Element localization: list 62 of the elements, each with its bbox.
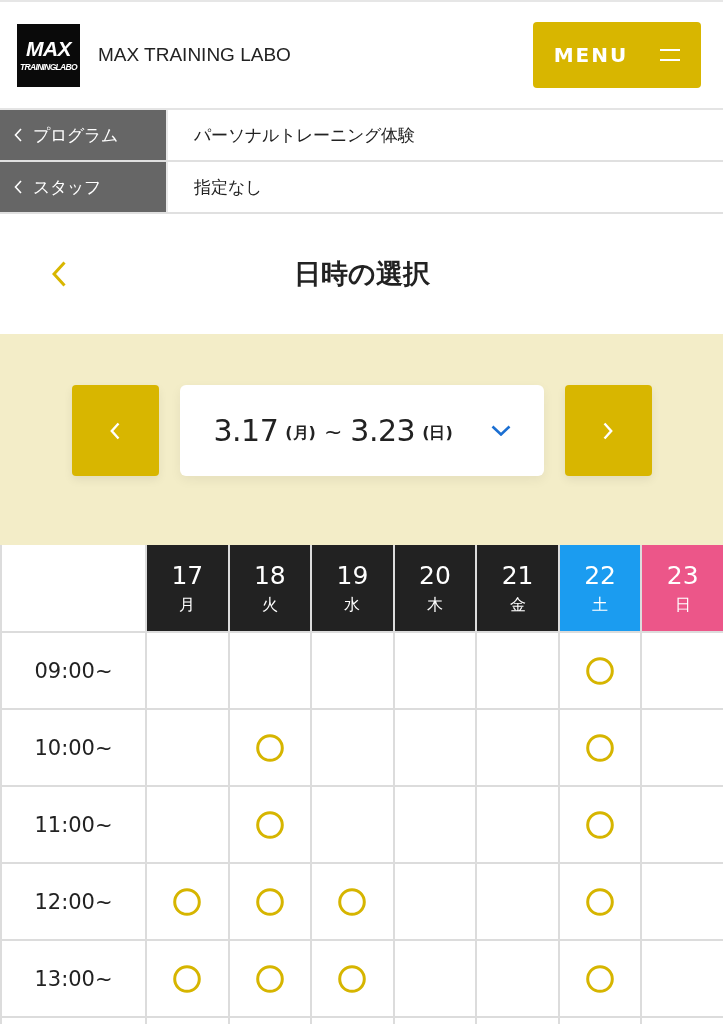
- next-week-button[interactable]: [564, 385, 652, 476]
- page-title: 日時の選択: [293, 257, 430, 291]
- ring-icon: [338, 887, 367, 916]
- slot-cell[interactable]: [147, 941, 228, 1016]
- previous-week-button[interactable]: [71, 385, 159, 476]
- slot-cell[interactable]: [559, 633, 641, 708]
- ring-icon: [586, 810, 615, 839]
- ring-icon: [255, 964, 284, 993]
- time-cell: 10:00~: [2, 710, 145, 785]
- breadcrumb-link[interactable]: プログラム: [0, 110, 168, 160]
- day-number: 17: [171, 562, 204, 590]
- weekday-label: 木: [427, 596, 443, 614]
- day-number: 23: [666, 562, 699, 590]
- week-range-dropdown[interactable]: 3.17 (月) ~ 3.23 (日): [179, 385, 544, 476]
- slot-cell[interactable]: [147, 864, 228, 939]
- ring-icon: [586, 887, 615, 916]
- logo[interactable]: MAX TRAININGLABO: [17, 23, 80, 87]
- slot-cell[interactable]: [229, 941, 311, 1016]
- weekday-label: 火: [261, 596, 278, 614]
- slot-cell[interactable]: [559, 710, 641, 785]
- weekday-label: 水: [344, 596, 361, 614]
- slot-cell[interactable]: [229, 787, 311, 862]
- ring-icon: [255, 733, 284, 762]
- slot-cell[interactable]: [559, 787, 641, 862]
- weekday-label: 日: [674, 596, 691, 614]
- ring-icon: [255, 887, 284, 916]
- day-number: 20: [419, 562, 451, 590]
- weekday-label: 土: [592, 596, 609, 614]
- slot-cell[interactable]: [229, 710, 311, 785]
- menu-icon: [660, 49, 681, 61]
- chevron-left-icon: [110, 421, 120, 440]
- site-name: MAX TRAINING LABO: [98, 44, 292, 66]
- time-cell: 13:00~: [2, 941, 145, 1016]
- ring-icon: [586, 964, 615, 993]
- breadcrumb-value: 指定なし: [193, 175, 262, 199]
- day-number: 19: [336, 562, 369, 590]
- time-cell: 12:00~: [2, 864, 145, 939]
- weekday-label: 月: [179, 596, 196, 614]
- time-cell: 11:00~: [2, 787, 145, 862]
- time-cell: 09:00~: [2, 633, 145, 708]
- day-number: 21: [501, 562, 534, 590]
- day-number: 18: [253, 562, 286, 590]
- chevron-left-icon[interactable]: [52, 261, 66, 287]
- ring-icon: [338, 964, 367, 993]
- chevron-down-icon: [490, 425, 511, 436]
- slot-cell[interactable]: [312, 864, 393, 939]
- chevron-left-icon: [14, 128, 22, 142]
- ring-icon: [586, 656, 615, 685]
- slot-cell[interactable]: [312, 941, 393, 1016]
- day-number: 22: [584, 562, 617, 590]
- slot-cell[interactable]: [559, 864, 641, 939]
- breadcrumb-link[interactable]: スタッフ: [0, 162, 168, 212]
- ring-icon: [255, 810, 284, 839]
- chevron-right-icon: [603, 421, 613, 440]
- slot-cell[interactable]: [229, 864, 311, 939]
- ring-icon: [173, 964, 202, 993]
- slot-cell[interactable]: [559, 941, 641, 1016]
- breadcrumb-value: パーソナルトレーニング体験: [193, 123, 415, 147]
- ring-icon: [586, 733, 615, 762]
- ring-icon: [173, 887, 202, 916]
- chevron-left-icon: [14, 180, 22, 194]
- weekday-label: 金: [509, 596, 526, 614]
